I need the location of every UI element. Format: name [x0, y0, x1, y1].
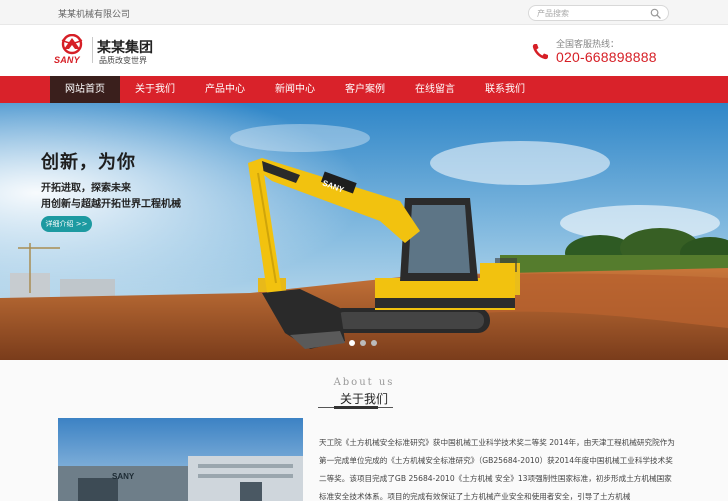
phone-icon	[532, 44, 548, 60]
site-header: SANY 某某集团 品质改变世界 全国客服热线： 020-668898888	[0, 25, 728, 76]
title-underline-accent	[334, 406, 378, 409]
nav-item-news[interactable]: 新闻中心	[260, 76, 330, 103]
about-title-en: About us	[333, 377, 395, 388]
nav-item-message[interactable]: 在线留言	[400, 76, 470, 103]
logo-divider	[92, 37, 93, 63]
building-image	[58, 418, 303, 501]
main-nav: 网站首页 关于我们 产品中心 新闻中心 客户案例 在线留言 联系我们	[0, 76, 728, 103]
logo[interactable]: SANY	[54, 33, 90, 65]
slide-indicators	[349, 340, 377, 346]
nav-item-home[interactable]: 网站首页	[50, 76, 120, 103]
slide-dot[interactable]	[371, 340, 377, 346]
banner-subtitle-2: 用创新与超越开拓世界工程机械	[41, 199, 181, 210]
hotline-number: 020-668898888	[556, 49, 657, 65]
about-description: 天工院《土方机械安全标准研究》获中国机械工业科学技术奖二等奖 2014年，由天津…	[319, 438, 675, 501]
banner-image	[0, 103, 728, 360]
search-box[interactable]	[528, 5, 669, 21]
banner-detail-button[interactable]: 详细介绍 >>	[41, 216, 92, 232]
nav-item-about[interactable]: 关于我们	[120, 76, 190, 103]
nav-item-products[interactable]: 产品中心	[190, 76, 260, 103]
banner-headline: 创新，为你	[41, 152, 136, 173]
slogan: 品质改变世界	[99, 56, 147, 65]
search-input[interactable]	[537, 7, 649, 19]
hero-banner: 创新，为你 开拓进取，探索未来 用创新与超越开拓世界工程机械 详细介绍 >> S…	[0, 103, 728, 360]
nav-list: 网站首页 关于我们 产品中心 新闻中心 客户案例 在线留言 联系我们	[50, 76, 540, 103]
nav-item-contact[interactable]: 联系我们	[470, 76, 540, 103]
building-sign: SANY	[112, 472, 135, 481]
logo-emblem-icon	[61, 33, 83, 55]
about-section: About us 关于我们 SANY 天工院《土方机械安全标准研究》获中国机械工…	[0, 360, 728, 501]
banner-subtitle-1: 开拓进取，探索未来	[41, 183, 131, 194]
nav-item-cases[interactable]: 客户案例	[330, 76, 400, 103]
company-name: 某某机械有限公司	[58, 10, 131, 20]
logo-brand: SANY	[54, 55, 80, 65]
search-icon[interactable]	[650, 8, 661, 19]
about-photo: SANY	[58, 418, 303, 501]
group-name: 某某集团	[97, 40, 153, 56]
about-title-cn: 关于我们	[339, 392, 388, 406]
slide-dot[interactable]	[360, 340, 366, 346]
slide-dot[interactable]	[349, 340, 355, 346]
top-bar: 某某机械有限公司	[0, 0, 728, 25]
